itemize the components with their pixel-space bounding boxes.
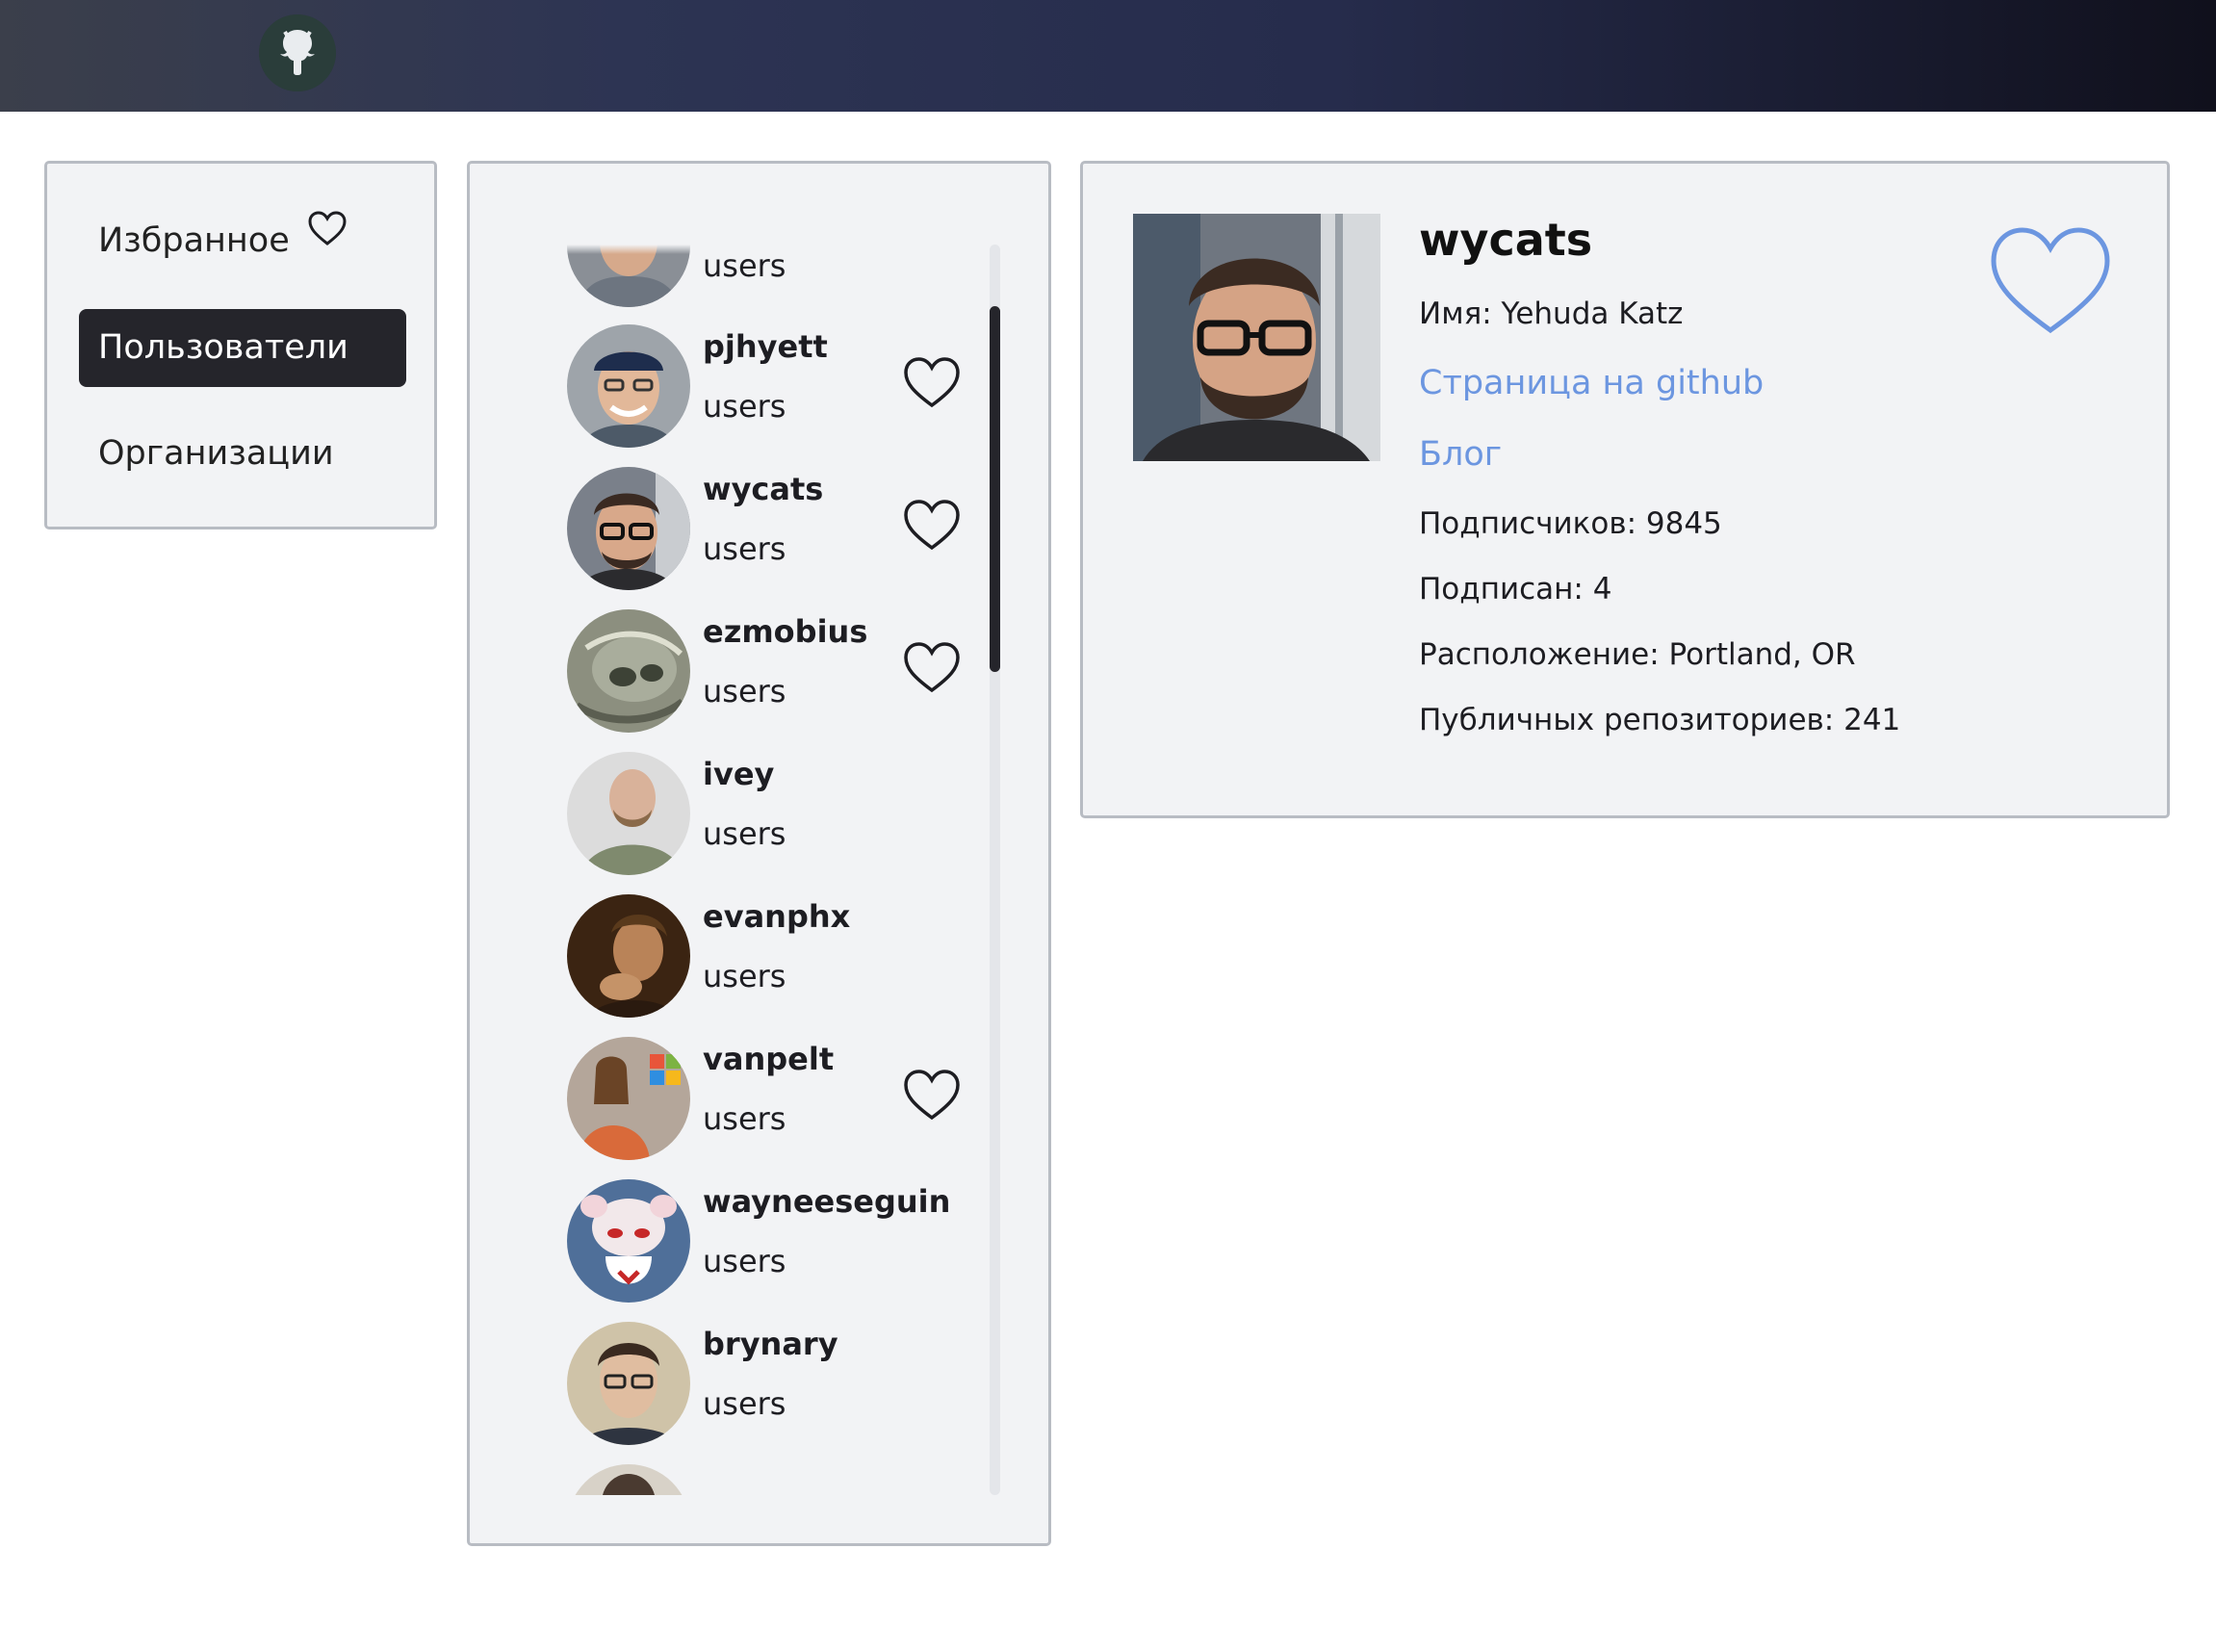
github-logo-icon[interactable] xyxy=(259,14,336,91)
nav-item-favorites[interactable]: Избранное xyxy=(79,202,406,280)
list-item[interactable]: pjhyett users xyxy=(517,313,990,455)
avatar xyxy=(567,467,690,590)
user-login: wycats xyxy=(703,471,824,507)
list-item[interactable]: evanphx users xyxy=(517,883,990,1025)
user-list-panel: users pjhyett users wycats users ezmobiu… xyxy=(467,161,1051,1546)
user-login: vanpelt xyxy=(703,1041,835,1077)
user-login: ezmobius xyxy=(703,613,868,650)
list-scrollbar-thumb[interactable] xyxy=(990,306,1000,672)
favorite-heart-icon[interactable] xyxy=(902,640,962,698)
nav-item-organizations[interactable]: Организации xyxy=(79,415,406,493)
user-detail-card: wycats Имя: Yehuda Katz Страница на gith… xyxy=(1080,161,2170,818)
avatar xyxy=(567,324,690,448)
detail-name: Имя: Yehuda Katz xyxy=(1419,297,1684,331)
avatar xyxy=(567,752,690,875)
detail-login: wycats xyxy=(1419,214,1593,266)
user-login: evanphx xyxy=(703,898,851,935)
list-item[interactable]: wayneeseguin users xyxy=(517,1168,990,1310)
avatar xyxy=(567,1464,690,1495)
detail-location: Расположение: Portland, OR xyxy=(1419,637,1856,672)
user-type: users xyxy=(703,1100,786,1137)
top-header xyxy=(0,0,2216,112)
favorite-heart-icon[interactable] xyxy=(902,1068,962,1125)
list-top-fade xyxy=(517,245,990,254)
avatar xyxy=(567,1322,690,1445)
avatar xyxy=(567,894,690,1018)
user-type: users xyxy=(703,1385,786,1422)
list-item[interactable] xyxy=(517,1453,990,1495)
detail-followers: Подписчиков: 9845 xyxy=(1419,506,1722,541)
user-type: users xyxy=(703,1243,786,1279)
user-photo xyxy=(1133,214,1380,461)
nav-item-users[interactable]: Пользователи xyxy=(79,309,406,387)
detail-public-repos: Публичных репозиториев: 241 xyxy=(1419,703,1901,737)
user-type: users xyxy=(703,815,786,852)
nav-item-label: Пользователи xyxy=(98,328,348,367)
user-login: ivey xyxy=(703,756,775,792)
sidebar-nav: Избранное Пользователи Организации xyxy=(44,161,437,529)
nav-item-label: Избранное xyxy=(98,221,290,260)
github-page-link[interactable]: Страница на github xyxy=(1419,364,1764,402)
favorite-heart-icon[interactable] xyxy=(1988,224,2113,342)
user-list[interactable]: users pjhyett users wycats users ezmobiu… xyxy=(517,245,990,1495)
avatar xyxy=(567,609,690,733)
user-login: brynary xyxy=(703,1326,838,1362)
user-type: users xyxy=(703,673,786,710)
user-type: users xyxy=(703,388,786,425)
user-type: users xyxy=(703,958,786,994)
user-login: wayneeseguin xyxy=(703,1183,951,1220)
list-item[interactable]: vanpelt users xyxy=(517,1025,990,1168)
list-item[interactable]: ezmobius users xyxy=(517,598,990,740)
list-item[interactable]: brynary users xyxy=(517,1310,990,1453)
detail-following: Подписан: 4 xyxy=(1419,572,1612,607)
avatar xyxy=(567,1037,690,1160)
favorite-heart-icon[interactable] xyxy=(902,355,962,413)
blog-link[interactable]: Блог xyxy=(1419,435,1502,474)
avatar xyxy=(567,1179,690,1303)
nav-item-label: Организации xyxy=(98,434,334,473)
user-login: pjhyett xyxy=(703,328,828,365)
heart-outline-icon[interactable] xyxy=(307,210,348,250)
user-type: users xyxy=(703,530,786,567)
list-item[interactable]: users xyxy=(517,245,990,315)
favorite-heart-icon[interactable] xyxy=(902,498,962,555)
list-item[interactable]: wycats users xyxy=(517,455,990,598)
list-item[interactable]: ivey users xyxy=(517,740,990,883)
